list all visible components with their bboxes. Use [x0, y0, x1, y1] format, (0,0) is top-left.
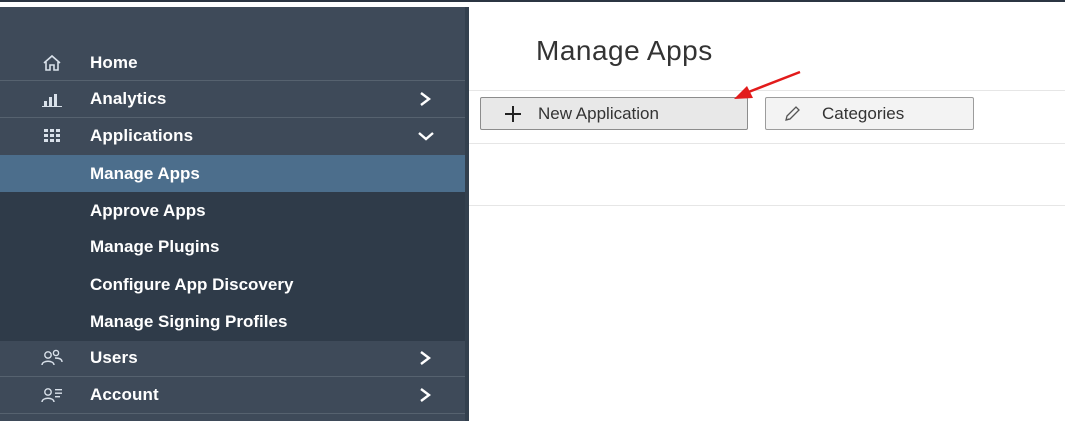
submenu-item-label: Manage Apps [90, 163, 200, 183]
pencil-icon [783, 105, 801, 123]
sidebar-item-applications[interactable]: Applications [0, 118, 469, 154]
sidebar-item-analytics[interactable]: Analytics [0, 81, 469, 117]
sidebar-item-label: Home [90, 53, 138, 72]
header-divider [469, 90, 1065, 91]
submenu-item-label: Configure App Discovery [90, 274, 294, 294]
chevron-down-icon [416, 127, 436, 145]
submenu-item-manage-plugins[interactable]: Manage Plugins [0, 228, 469, 265]
sidebar-item-label: Users [90, 348, 138, 367]
bar-chart-icon [40, 88, 64, 110]
top-border [0, 0, 1065, 7]
toolbar-divider [469, 143, 1065, 144]
sidebar-item-label: Analytics [90, 89, 167, 108]
categories-button[interactable]: Categories [765, 97, 974, 130]
categories-label: Categories [822, 103, 905, 123]
submenu-item-manage-signing-profiles[interactable]: Manage Signing Profiles [0, 303, 469, 340]
submenu-item-label: Manage Signing Profiles [90, 311, 288, 331]
chevron-right-icon [416, 349, 434, 367]
submenu-item-label: Approve Apps [90, 200, 206, 220]
sidebar-item-users[interactable]: Users [0, 340, 469, 376]
submenu-item-label: Manage Plugins [90, 236, 220, 256]
content-divider [469, 205, 1065, 206]
plus-icon [504, 105, 522, 123]
users-icon [40, 347, 64, 369]
new-application-button[interactable]: New Application [480, 97, 748, 130]
home-icon [40, 52, 64, 74]
account-icon [40, 384, 64, 406]
submenu-item-manage-apps[interactable]: Manage Apps [0, 155, 469, 192]
new-application-label: New Application [538, 103, 659, 123]
chevron-right-icon [416, 386, 434, 404]
sidebar-edge [465, 7, 469, 421]
submenu-item-configure-app-discovery[interactable]: Configure App Discovery [0, 266, 469, 303]
submenu-item-approve-apps[interactable]: Approve Apps [0, 192, 469, 229]
page-title: Manage Apps [536, 35, 713, 66]
sidebar: Home Analytics Applications Manage Apps … [0, 7, 469, 421]
sidebar-item-home[interactable]: Home [0, 45, 469, 81]
sidebar-item-account[interactable]: Account [0, 377, 469, 413]
main-content: Manage Apps New Application Categories [469, 7, 1065, 421]
sidebar-item-label: Account [90, 385, 159, 404]
chevron-right-icon [416, 90, 434, 108]
grid-icon [40, 125, 64, 147]
sidebar-divider [0, 413, 469, 414]
sidebar-item-label: Applications [90, 126, 194, 145]
